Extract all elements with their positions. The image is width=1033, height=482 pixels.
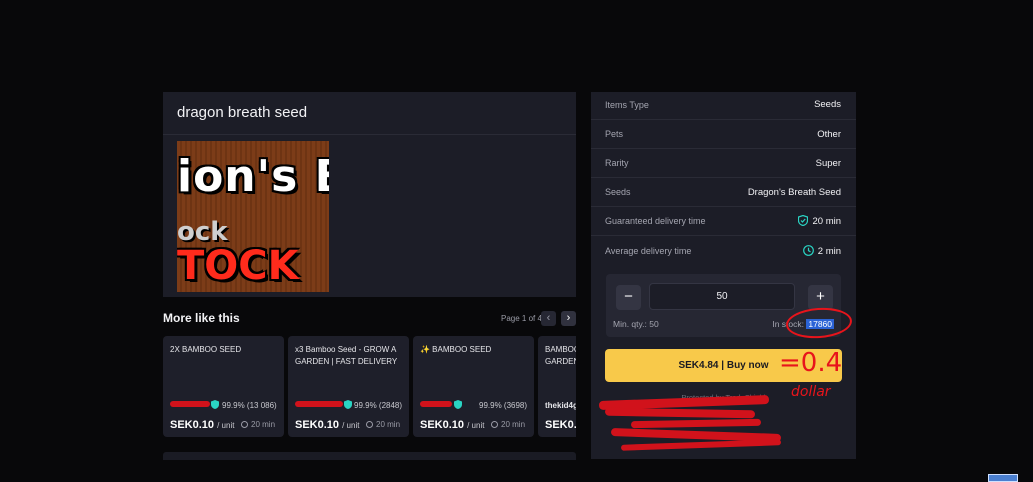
delivery-time-value: 20 min bbox=[376, 420, 401, 429]
chevron-right-icon: › bbox=[566, 312, 571, 324]
price-unit: / unit bbox=[342, 421, 360, 430]
detail-label: Guaranteed delivery time bbox=[605, 216, 706, 226]
page-indicator: Page 1 of 4 bbox=[501, 314, 542, 323]
order-panel: Items Type Seeds Pets Other Rarity Super… bbox=[591, 92, 856, 459]
delivery-time: 20 min bbox=[366, 420, 400, 429]
handwritten-currency-note: dollar bbox=[791, 384, 831, 400]
redacted-seller-name bbox=[170, 401, 210, 407]
listing-card[interactable]: ✨ BAMBOO SEED 99.9% (3698) SEK0.10 / uni… bbox=[413, 336, 534, 437]
detail-label: Items Type bbox=[605, 100, 649, 110]
detail-row-seeds: Seeds Dragon's Breath Seed bbox=[591, 178, 856, 207]
detail-label: Average delivery time bbox=[605, 246, 692, 256]
increase-quantity-button[interactable]: + bbox=[808, 285, 833, 310]
price-value: SEK0.1 bbox=[545, 419, 576, 431]
detail-row-pets: Pets Other bbox=[591, 120, 856, 149]
price-unit: / unit bbox=[467, 421, 485, 430]
red-scribble-redaction bbox=[620, 439, 782, 451]
listing-title: x3 Bamboo Seed - GROW A GARDEN | FAST DE… bbox=[295, 345, 398, 366]
listing-title: BAMBOO GARDEN bbox=[545, 345, 576, 366]
clock-icon bbox=[491, 421, 498, 428]
detail-row-guaranteed-delivery: Guaranteed delivery time 20 min bbox=[591, 207, 856, 236]
clock-icon bbox=[241, 421, 248, 428]
min-quantity-label: Min. qty.: 50 bbox=[613, 319, 659, 329]
overlay-logo-icon bbox=[988, 474, 1018, 482]
price-unit: / unit bbox=[217, 421, 235, 430]
detail-row-rarity: Rarity Super bbox=[591, 149, 856, 178]
clock-icon bbox=[802, 245, 814, 256]
clock-icon bbox=[366, 421, 373, 428]
listing-card-partial[interactable]: BAMBOO GARDEN thekid4g SEK0.1 bbox=[538, 336, 576, 437]
verified-shield-icon bbox=[454, 400, 462, 409]
detail-value: 20 min bbox=[798, 215, 841, 227]
product-title: dragon breath seed bbox=[177, 104, 308, 121]
decrease-quantity-button[interactable]: − bbox=[616, 285, 641, 310]
product-thumbnail[interactable]: ion's Br ock TOCK bbox=[177, 141, 329, 292]
detail-value: Seeds bbox=[814, 99, 841, 110]
detail-label: Rarity bbox=[605, 158, 629, 168]
detail-row-average-delivery: Average delivery time 2 min bbox=[591, 236, 856, 265]
thumbnail-text-line-3: TOCK bbox=[177, 243, 299, 289]
price-value: SEK0.10 bbox=[420, 419, 465, 431]
price-value: SEK0.10 bbox=[170, 419, 215, 431]
red-scribble-redaction bbox=[630, 418, 762, 429]
seller-rating: 99.9% (3698) bbox=[479, 401, 528, 410]
chevron-left-icon: ‹ bbox=[546, 312, 551, 324]
listing-price: SEK0.10 / unit bbox=[420, 419, 484, 431]
divider bbox=[163, 134, 576, 135]
delivery-time: 20 min bbox=[241, 420, 275, 429]
seller-name: thekid4g bbox=[545, 401, 576, 410]
prev-page-button[interactable]: ‹ bbox=[541, 311, 556, 326]
price-value: SEK0.10 bbox=[295, 419, 340, 431]
redacted-seller-name bbox=[295, 401, 343, 407]
listing-price: SEK0.10 / unit bbox=[295, 419, 359, 431]
listing-card[interactable]: x3 Bamboo Seed - GROW A GARDEN | FAST DE… bbox=[288, 336, 409, 437]
detail-row-items-type: Items Type Seeds bbox=[591, 92, 856, 120]
handwritten-price-note: =0.4 bbox=[779, 348, 843, 378]
product-header-card: dragon breath seed ion's Br ock TOCK bbox=[163, 92, 576, 297]
quantity-input[interactable] bbox=[649, 283, 795, 310]
next-page-button[interactable]: › bbox=[561, 311, 576, 326]
detail-label: Pets bbox=[605, 129, 624, 139]
detail-value: Super bbox=[815, 158, 841, 169]
more-like-this-heading: More like this bbox=[163, 311, 240, 325]
seller-rating: 99.9% (13 086) bbox=[222, 401, 277, 410]
delivery-time: 20 min bbox=[491, 420, 525, 429]
listing-title: 2X BAMBOO SEED bbox=[170, 345, 242, 354]
listing-price: SEK0.10 / unit bbox=[170, 419, 234, 431]
red-annotation-circle bbox=[785, 305, 853, 341]
seller-rating: 99.9% (2848) bbox=[354, 401, 403, 410]
thumbnail-text-line-1: ion's Br bbox=[177, 151, 329, 202]
delivery-time-value: 20 min bbox=[501, 420, 526, 429]
detail-value: Other bbox=[817, 129, 841, 140]
delivery-time-value: 20 min bbox=[251, 420, 276, 429]
detail-value-text: 2 min bbox=[817, 246, 841, 257]
detail-value: 2 min bbox=[802, 245, 841, 257]
detail-value-text: 20 min bbox=[812, 216, 841, 227]
redacted-seller-name bbox=[420, 401, 452, 407]
verified-shield-icon bbox=[211, 400, 219, 409]
quantity-selector: − + Min. qty.: 50 In stock: 17860 bbox=[606, 274, 853, 341]
red-scribble-redaction bbox=[604, 407, 756, 419]
verified-shield-icon bbox=[344, 400, 352, 409]
detail-label: Seeds bbox=[605, 187, 631, 197]
shield-check-icon bbox=[798, 215, 809, 226]
listing-card[interactable]: 2X BAMBOO SEED 99.9% (13 086) SEK0.10 / … bbox=[163, 336, 284, 437]
listing-title: ✨ BAMBOO SEED bbox=[420, 345, 492, 354]
detail-value: Dragon's Breath Seed bbox=[747, 187, 841, 198]
next-section-edge bbox=[163, 452, 576, 460]
